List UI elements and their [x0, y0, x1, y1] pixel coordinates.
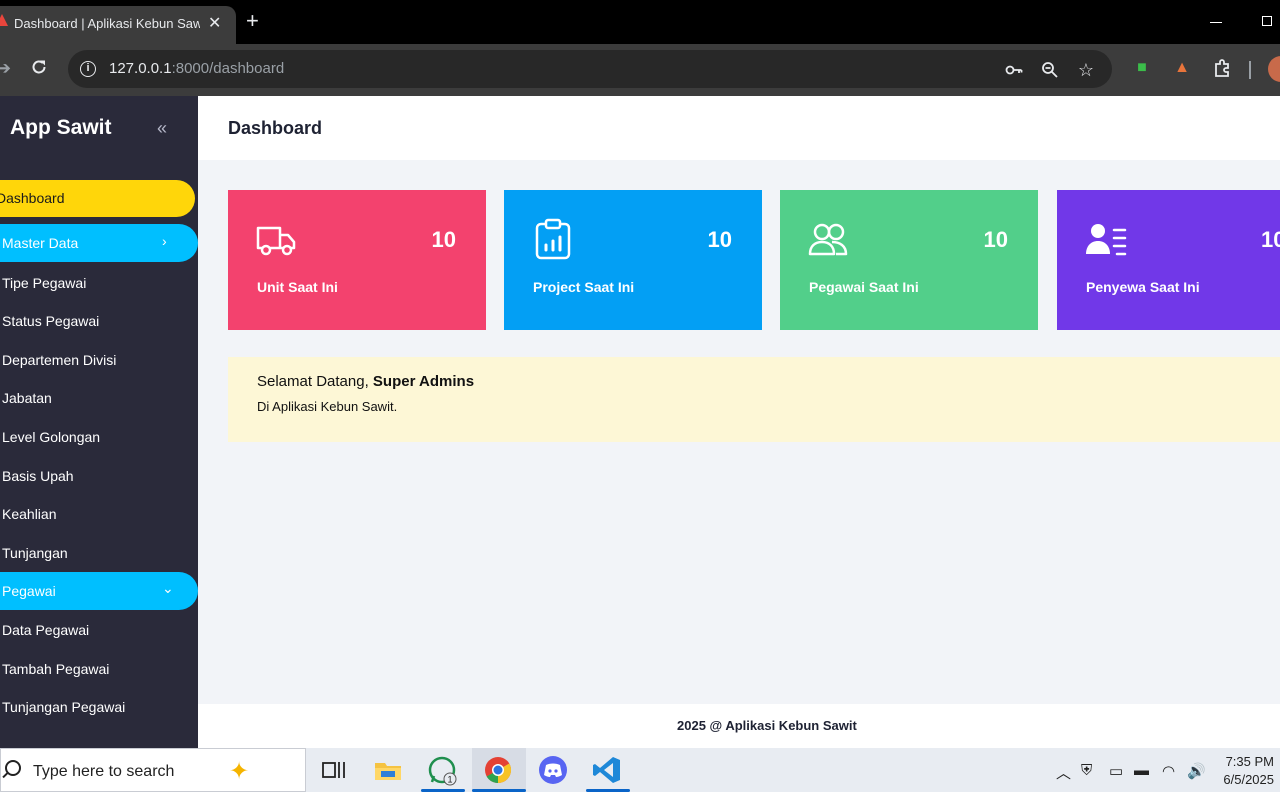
sidebar-item-basis-upah[interactable]: Basis Upah: [2, 468, 74, 484]
taskbar-clock[interactable]: 7:35 PM 6/5/2025: [1218, 753, 1274, 789]
chevron-down-icon: ⌄: [162, 580, 174, 596]
welcome-greeting-line: Selamat Datang, Super Admins: [257, 373, 474, 390]
sidebar-section-label: Master Data: [2, 235, 79, 251]
stat-card-pegawai[interactable]: 10 Pegawai Saat Ini: [780, 190, 1038, 330]
browser-toolbar: ➔ i 127.0.0.1:8000/dashboard ☆ ■ ▲: [0, 44, 1280, 96]
sidebar-item-departemen-divisi[interactable]: Departemen Divisi: [2, 352, 116, 368]
sidebar-item-label: Dashboard: [0, 190, 65, 206]
clock-date: 6/5/2025: [1223, 772, 1274, 787]
app-favicon-icon: [0, 14, 8, 26]
whatsapp-badge: 1: [447, 775, 452, 785]
password-key-icon[interactable]: [1004, 60, 1024, 80]
page-title: Dashboard: [228, 118, 323, 138]
welcome-panel: Selamat Datang, Super Admins Di Aplikasi…: [228, 357, 1280, 442]
chrome-icon[interactable]: [482, 754, 514, 786]
discord-icon[interactable]: [537, 754, 569, 786]
extension-orange-icon[interactable]: ▲: [1172, 58, 1192, 78]
stat-value: 10: [707, 227, 732, 252]
os-taskbar: Type here to search ✦ 1 ︿ ⛨ ▭ ▬ ◠ 🔊 7:35…: [0, 748, 1280, 792]
stat-value: 10: [983, 227, 1008, 252]
taskbar-search-placeholder: Type here to search: [33, 763, 175, 780]
stat-card-project[interactable]: 10 Project Saat Ini: [504, 190, 762, 330]
sidebar-section-label: Pegawai: [2, 583, 56, 599]
url-path: :8000/dashboard: [171, 60, 285, 77]
toolbar-divider: [1249, 61, 1251, 79]
taskbar-search[interactable]: Type here to search ✦: [0, 748, 306, 792]
stat-value: 10: [1261, 227, 1280, 252]
whatsapp-icon[interactable]: 1: [426, 754, 458, 786]
page-footer: 2025 @ Aplikasi Kebun Sawit: [198, 704, 1280, 748]
sidebar-section-master-data[interactable]: Master Data ›: [0, 224, 198, 262]
tab-close-icon[interactable]: ✕: [208, 13, 221, 33]
stat-value: 10: [431, 227, 456, 252]
security-shield-icon[interactable]: ⛨: [1081, 762, 1092, 779]
stat-label: Project Saat Ini: [533, 279, 635, 295]
chevron-right-icon: ›: [162, 233, 167, 249]
stat-label: Unit Saat Ini: [257, 279, 338, 295]
stat-card-penyewa[interactable]: 10 Penyewa Saat Ini: [1057, 190, 1280, 330]
sidebar-item-dashboard[interactable]: Dashboard: [0, 180, 195, 217]
clipboard-chart-icon: [535, 218, 571, 260]
stat-label: Penyewa Saat Ini: [1086, 279, 1200, 295]
collapse-sidebar-icon[interactable]: «: [157, 118, 167, 139]
address-bar[interactable]: i 127.0.0.1:8000/dashboard ☆: [68, 50, 1112, 88]
extensions-puzzle-icon[interactable]: [1212, 58, 1232, 78]
sidebar-item-tambah-pegawai[interactable]: Tambah Pegawai: [2, 661, 109, 677]
bookmark-star-icon[interactable]: ☆: [1076, 60, 1096, 80]
zoom-icon[interactable]: [1040, 60, 1060, 80]
welcome-user-name: Super Admins: [372, 373, 475, 390]
sidebar-item-keahlian[interactable]: Keahlian: [2, 506, 57, 522]
sidebar-item-tipe-pegawai[interactable]: Tipe Pegawai: [2, 275, 86, 291]
volume-icon[interactable]: 🔊: [1187, 762, 1206, 780]
url-host: 127.0.0.1: [109, 60, 172, 77]
forward-arrow-icon[interactable]: ➔: [0, 58, 11, 79]
users-icon: [808, 223, 848, 256]
sidebar-item-tunjangan[interactable]: Tunjangan: [2, 545, 68, 561]
stat-label: Pegawai Saat Ini: [809, 279, 919, 295]
search-icon: [5, 760, 21, 776]
sidebar-item-tunjangan-pegawai[interactable]: Tunjangan Pegawai: [2, 699, 125, 715]
new-tab-button[interactable]: +: [246, 10, 259, 32]
sidebar-item-status-pegawai[interactable]: Status Pegawai: [2, 313, 99, 329]
sidebar-item-jabatan[interactable]: Jabatan: [2, 390, 52, 406]
reload-icon[interactable]: [30, 58, 48, 76]
stat-card-unit[interactable]: 10 Unit Saat Ini: [228, 190, 486, 330]
sidebar-section-pegawai[interactable]: Pegawai ⌄: [0, 572, 198, 610]
tray-overflow-chevron-icon[interactable]: ︿: [1056, 762, 1071, 783]
copilot-sparkle-icon[interactable]: ✦: [229, 757, 249, 786]
page-header: Dashboard: [198, 96, 1280, 160]
browser-tabbar: Dashboard | Aplikasi Kebun Sawit ✕ +: [0, 0, 1280, 44]
sidebar: App Sawit « Dashboard Master Data › Tipe…: [0, 96, 198, 748]
battery-icon[interactable]: ▬: [1134, 762, 1149, 779]
sidebar-item-data-pegawai[interactable]: Data Pegawai: [2, 622, 89, 638]
tab-title: Dashboard | Aplikasi Kebun Sawit: [14, 16, 200, 31]
url-text[interactable]: 127.0.0.1:8000/dashboard: [109, 60, 284, 77]
welcome-subtitle: Di Aplikasi Kebun Sawit.: [257, 399, 398, 414]
browser-tab[interactable]: Dashboard | Aplikasi Kebun Sawit ✕: [0, 6, 236, 44]
footer-text: 2025 @ Aplikasi Kebun Sawit: [677, 718, 857, 733]
user-list-icon: [1086, 224, 1127, 256]
window-minimize-icon[interactable]: [1210, 22, 1222, 23]
task-view-icon[interactable]: [318, 754, 350, 786]
window-restore-icon[interactable]: [1262, 16, 1272, 26]
clock-time: 7:35 PM: [1225, 754, 1274, 769]
wifi-icon[interactable]: ◠: [1162, 762, 1175, 780]
truck-icon: [256, 226, 296, 256]
profile-avatar[interactable]: [1268, 56, 1280, 82]
sidebar-item-level-golongan[interactable]: Level Golongan: [2, 429, 100, 445]
device-icon[interactable]: ▭: [1109, 762, 1123, 780]
extension-green-icon[interactable]: ■: [1132, 58, 1152, 78]
site-info-icon[interactable]: i: [80, 61, 96, 77]
welcome-greeting: Selamat Datang,: [257, 373, 369, 390]
brand-logo-text: App Sawit: [10, 116, 112, 139]
file-explorer-icon[interactable]: [372, 754, 404, 786]
vscode-icon[interactable]: [591, 754, 623, 786]
